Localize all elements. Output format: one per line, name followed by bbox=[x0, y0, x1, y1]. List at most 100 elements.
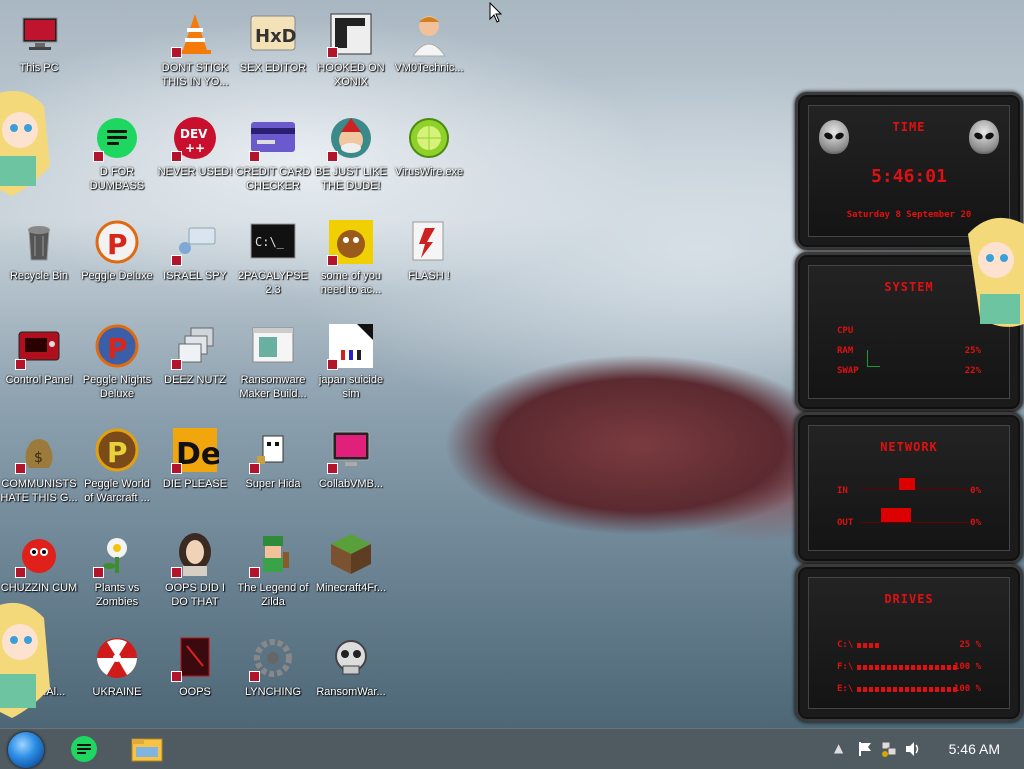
shortcut-arrow-icon bbox=[327, 151, 338, 162]
desktop-icon-ukraine[interactable]: UKRAINE bbox=[78, 628, 156, 728]
desktop-icon-die-please[interactable]: De DIE PLEASE bbox=[156, 420, 234, 520]
desktop-icon-some-of-you[interactable]: some of you need to ac... bbox=[312, 212, 390, 312]
icon-label: Peggle Deluxe bbox=[81, 270, 153, 282]
desktop-icon-israel-spy[interactable]: ISRAEL SPY bbox=[156, 212, 234, 312]
shortcut-arrow-icon bbox=[171, 671, 182, 682]
desktop-icon-lynching[interactable]: LYNCHING bbox=[234, 628, 312, 728]
icon-label: 2PACALYPSE 2.3 bbox=[238, 270, 308, 296]
desktop-icon-minecraft[interactable]: Minecraft4Fr... bbox=[312, 524, 390, 624]
gadget-panel: DRIVES C:\ 25 % F:\ 100 % E:\ 100 % bbox=[808, 577, 1010, 709]
desktop-icon-deez-nutz[interactable]: DEEZ NUTZ bbox=[156, 316, 234, 416]
desktop-icon-flash[interactable]: FLASH ! bbox=[390, 212, 468, 312]
svg-text:++: ++ bbox=[185, 141, 205, 155]
desktop-icon-control-panel[interactable]: Control Panel bbox=[0, 316, 78, 416]
desktop-icon-d-for-dumbass[interactable]: D FOR DUMBASS bbox=[78, 108, 156, 208]
doctor-icon bbox=[405, 10, 453, 58]
desktop-icon-2pacalypse[interactable]: C:\_ 2PACALYPSE 2.3 bbox=[234, 212, 312, 312]
shortcut-arrow-icon bbox=[171, 567, 182, 578]
gadget-title: TIME bbox=[892, 120, 926, 134]
network-gadget[interactable]: NETWORK IN 0% OUT 0% bbox=[795, 412, 1023, 564]
desktop-icon-collabvm[interactable]: CollabVMB... bbox=[312, 420, 390, 520]
icon-label: japan suicide sim bbox=[318, 374, 384, 400]
show-hidden-icons-icon[interactable]: ▲ bbox=[834, 741, 843, 755]
desktop-icon-peggle-wow[interactable]: P Peggle World of Warcraft ... bbox=[78, 420, 156, 520]
window-app-icon bbox=[249, 322, 297, 370]
taskbar-chat-app[interactable] bbox=[68, 734, 100, 764]
shortcut-arrow-icon bbox=[171, 151, 182, 162]
shortcut-arrow-icon bbox=[327, 255, 338, 266]
icon-label: OOPS DID I DO THAT bbox=[165, 582, 225, 608]
shortcut-arrow-icon bbox=[15, 359, 26, 370]
desktop-icon-the-dude[interactable]: BE JUST LIKE THE DUDE! bbox=[312, 108, 390, 208]
lime-icon bbox=[405, 114, 453, 162]
desktop-icon-dont-stick[interactable]: DONT STICK THIS IN YO... bbox=[156, 4, 234, 104]
desktop-icon-vm0technic[interactable]: VM0Technic... bbox=[390, 4, 468, 104]
system-tray: ▲ bbox=[830, 729, 930, 769]
pixel-cat-icon bbox=[249, 426, 297, 474]
shortcut-arrow-icon bbox=[171, 359, 182, 370]
desktop-icon-peggle-deluxe[interactable]: P Peggle Deluxe bbox=[78, 212, 156, 312]
desktop-icon-zilda[interactable]: The Legend of Zilda bbox=[234, 524, 312, 624]
gear-rope-icon bbox=[249, 634, 297, 682]
icon-label: NEVER USED! bbox=[157, 166, 233, 178]
svg-text:P: P bbox=[107, 228, 128, 261]
radiation-icon bbox=[93, 634, 141, 682]
stat-value: 25 % bbox=[959, 640, 981, 650]
desktop-icon-ransomware-maker[interactable]: Ransomware Maker Build... bbox=[234, 316, 312, 416]
peggle-icon: P bbox=[93, 218, 141, 266]
icon-label: Minecraft4Fr... bbox=[315, 582, 387, 594]
icon-label: Control Panel bbox=[5, 374, 73, 386]
desktop-icon-oops[interactable]: OOPS bbox=[156, 628, 234, 728]
network-tray-icon[interactable] bbox=[880, 740, 898, 758]
dog-icon bbox=[327, 218, 375, 266]
desktop-icon-japan-sim[interactable]: japan suicide sim bbox=[312, 316, 390, 416]
drive-bar-e bbox=[857, 687, 959, 692]
shortcut-arrow-icon bbox=[327, 47, 338, 58]
desktop-icon-hooked-xonix[interactable]: HOOKED ON XONIX bbox=[312, 4, 390, 104]
shortcut-arrow-icon bbox=[171, 255, 182, 266]
stat-label: F:\ bbox=[837, 662, 854, 672]
taskbar-file-explorer[interactable] bbox=[130, 734, 163, 764]
desktop-icon-oops-did-i[interactable]: OOPS DID I DO THAT bbox=[156, 524, 234, 624]
taskbar-clock[interactable]: 5:46 AM bbox=[949, 741, 1000, 757]
desktop-icon-never-used[interactable]: DEV ++ NEVER USED! bbox=[156, 108, 234, 208]
desktop-icon-credit-card[interactable]: CREDIT CARD CHECKER bbox=[234, 108, 312, 208]
gadget-title: DRIVES bbox=[884, 592, 934, 606]
gadget-title: NETWORK bbox=[880, 440, 938, 454]
windows-stack-icon bbox=[171, 322, 219, 370]
icon-label: BE JUST LIKE THE DUDE! bbox=[315, 166, 387, 192]
desktop-icon-super-hida[interactable]: Super Hida bbox=[234, 420, 312, 520]
flag-icon[interactable] bbox=[858, 741, 872, 757]
desktop-icon-recycle-bin[interactable]: Recycle Bin bbox=[0, 212, 78, 312]
volume-icon[interactable] bbox=[904, 741, 922, 757]
svg-text:P: P bbox=[107, 332, 128, 365]
icon-label: Plants vs Zombies bbox=[94, 582, 140, 608]
icon-label: Super Hida bbox=[245, 478, 301, 490]
hxd-icon: HxD bbox=[249, 10, 297, 58]
icon-label: OOPS bbox=[179, 686, 211, 698]
icon-label: FLASH ! bbox=[408, 270, 450, 282]
icon-label: COMMUNISTS HATE THIS G... bbox=[0, 478, 78, 504]
stat-label: CPU bbox=[837, 326, 854, 336]
credit-card-icon bbox=[249, 114, 297, 162]
stat-label: E:\ bbox=[837, 684, 854, 694]
icon-label: The Legend of Zilda bbox=[237, 582, 309, 608]
desktop-icon-communists[interactable]: $ COMMUNISTS HATE THIS G... bbox=[0, 420, 78, 520]
drives-gadget[interactable]: DRIVES C:\ 25 % F:\ 100 % E:\ 100 % bbox=[795, 564, 1023, 722]
desktop-icon-peggle-nights[interactable]: P Peggle Nights Deluxe bbox=[78, 316, 156, 416]
terminal-icon: C:\_ bbox=[249, 218, 297, 266]
cartoon-character-image bbox=[0, 86, 56, 206]
desktop-icon-ransomwar[interactable]: RansomWar... bbox=[312, 628, 390, 728]
desktop-icon-pvz[interactable]: Plants vs Zombies bbox=[78, 524, 156, 624]
desktop-icon-sex-editor[interactable]: HxD SEX EDITOR bbox=[234, 4, 312, 104]
network-in-graph bbox=[861, 489, 969, 490]
desktop-icon-viruswire[interactable]: VirusWire.exe bbox=[390, 108, 468, 208]
network-out-graph bbox=[861, 522, 969, 523]
icon-label: CREDIT CARD CHECKER bbox=[235, 166, 311, 192]
icon-label: Peggle Nights Deluxe bbox=[82, 374, 152, 400]
icon-label: SEX EDITOR bbox=[239, 62, 307, 74]
start-button[interactable] bbox=[8, 732, 44, 768]
icon-label: DONT STICK THIS IN YO... bbox=[161, 62, 229, 88]
flash-icon bbox=[405, 218, 453, 266]
shortcut-arrow-icon bbox=[15, 567, 26, 578]
